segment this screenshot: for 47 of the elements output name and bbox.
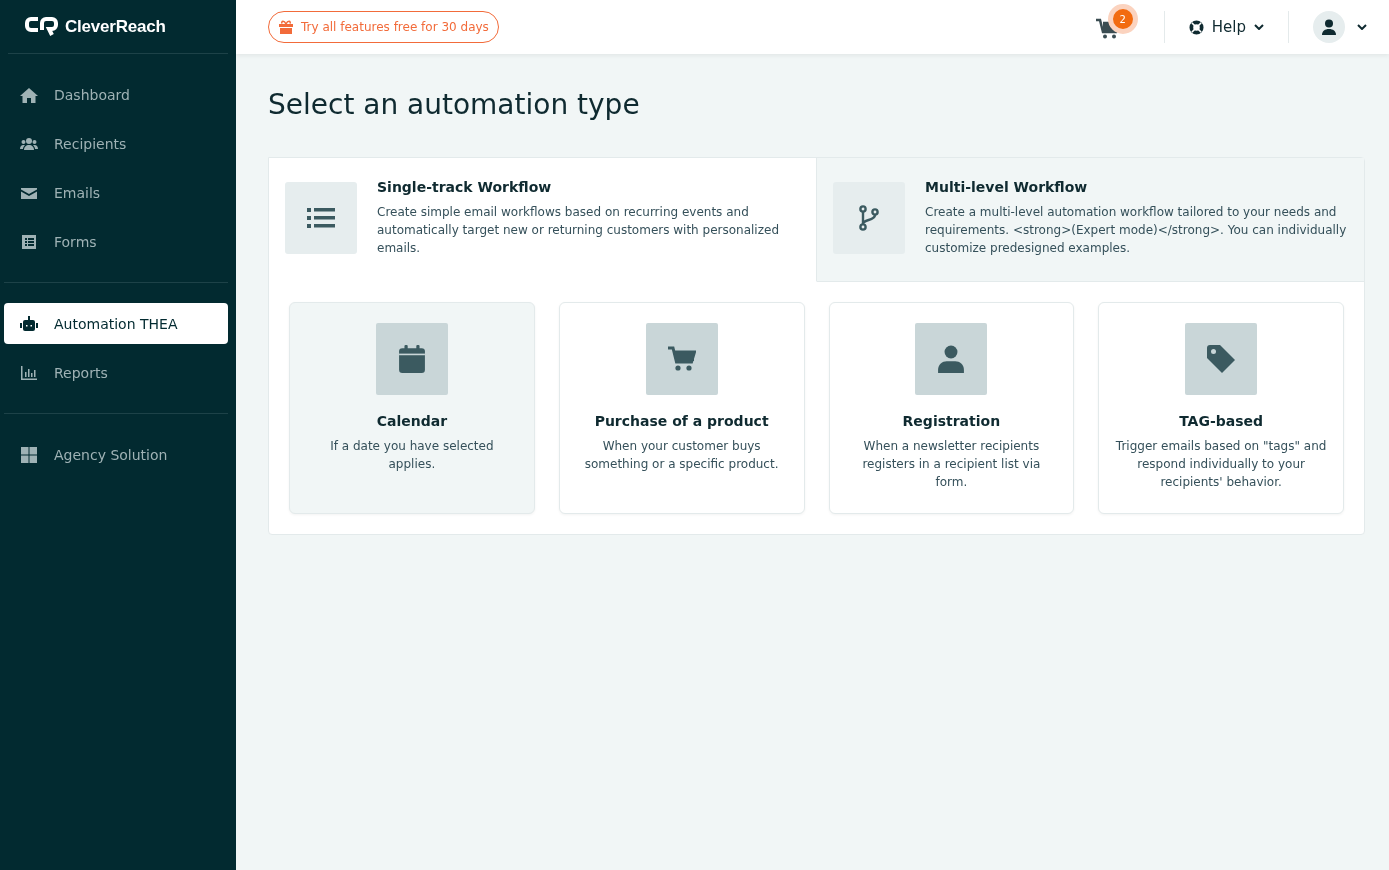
bar-chart-icon bbox=[20, 364, 38, 381]
form-icon bbox=[20, 233, 38, 250]
trigger-card[interactable]: Purchase of a product When your customer buys something or a specific product. bbox=[558, 302, 805, 514]
calendar-icon bbox=[397, 345, 426, 373]
logo-icon bbox=[25, 15, 59, 38]
cart-count-badge: 2 bbox=[1107, 4, 1138, 34]
sidebar-item[interactable]: Recipients bbox=[4, 123, 228, 164]
tag-icon bbox=[1207, 345, 1236, 373]
sidebar-item[interactable]: Agency Solution bbox=[4, 434, 228, 475]
chevron-down-icon bbox=[1254, 24, 1264, 30]
home-icon bbox=[20, 86, 38, 103]
cart-icon bbox=[667, 345, 696, 373]
tab-title: Multi-level Workflow bbox=[925, 179, 1089, 195]
chevron-down-icon bbox=[1357, 24, 1367, 30]
user-icon bbox=[937, 345, 966, 373]
logo-text: CleverReach bbox=[65, 16, 166, 37]
card-title: Purchase of a product bbox=[594, 413, 769, 429]
branch-icon bbox=[859, 205, 879, 231]
tab-title: Single-track Workflow bbox=[377, 179, 553, 195]
list-icon bbox=[307, 206, 335, 230]
trigger-card[interactable]: Registration When a newsletter recipients registers in a recipient list via form. bbox=[828, 302, 1075, 514]
lifebuoy-icon bbox=[1188, 19, 1204, 35]
grid-icon bbox=[20, 446, 38, 463]
trigger-card[interactable]: TAG-based Trigger emails based on "tags" and respond individually to your recipients' behavior. bbox=[1098, 302, 1344, 514]
user-icon bbox=[1321, 19, 1337, 35]
sidebar-item[interactable]: Dashboard bbox=[4, 74, 228, 115]
card-description: If a date you have selected applies. bbox=[329, 438, 495, 473]
card-description: When a newsletter recipients registers in a recipient list via form. bbox=[861, 438, 1042, 491]
tab-description: Create simple email workflows based on recurring events and automatically target new or returning customers with personalized emails. bbox=[377, 204, 780, 257]
user-menu-button[interactable] bbox=[1313, 11, 1367, 43]
sidebar-item[interactable]: Automation THEA bbox=[4, 303, 228, 344]
gift-icon bbox=[279, 20, 293, 34]
sidebar-item[interactable]: Forms bbox=[4, 221, 228, 262]
tab-description: Create a multi-level automation workflow tailored to your needs and requirements. <strong>(Expert mode)</strong>. You can individually customize predesigned examples. bbox=[925, 204, 1348, 257]
card-description: Trigger emails based on "tags" and respond individually to your recipients' behavior. bbox=[1115, 438, 1327, 491]
card-title: Calendar bbox=[376, 413, 448, 429]
sidebar-item[interactable]: Emails bbox=[4, 172, 228, 213]
sidebar-item[interactable]: Reports bbox=[4, 352, 228, 393]
help-button[interactable]: Help bbox=[1188, 18, 1264, 36]
card-title: Registration bbox=[902, 413, 1001, 429]
page-title: Select an automation type bbox=[268, 88, 641, 121]
card-title: TAG-based bbox=[1179, 413, 1264, 429]
trigger-card[interactable]: Calendar If a date you have selected applies. bbox=[289, 302, 535, 514]
workflow-tab[interactable]: Single-track Workflow Create simple email workflows based on recurring events and automatically target new or returning customers with personalized emails. bbox=[269, 158, 817, 282]
robot-icon bbox=[20, 315, 38, 332]
card-description: When your customer buys something or a specific product. bbox=[583, 438, 780, 473]
users-icon bbox=[20, 135, 38, 152]
